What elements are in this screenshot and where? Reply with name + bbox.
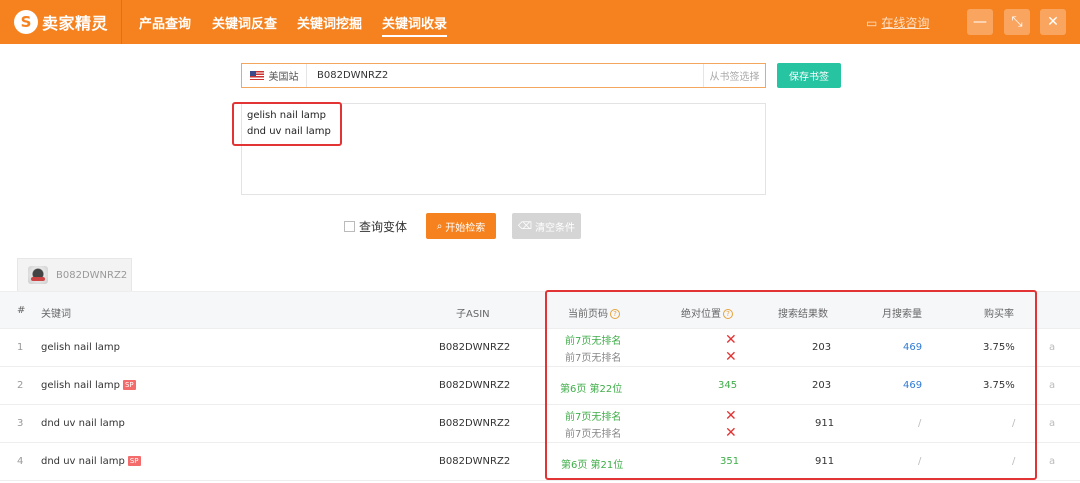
- clear-button[interactable]: ⌫ 清空条件: [512, 213, 581, 239]
- close-button[interactable]: ✕: [1040, 9, 1066, 35]
- search-icon: ⌕: [436, 220, 443, 232]
- trash-icon: ⌫: [517, 220, 533, 232]
- restore-icon: ⤡: [1011, 14, 1023, 30]
- restore-button[interactable]: ⤡: [1004, 9, 1030, 35]
- highlight-box: [545, 290, 1037, 480]
- tab-asin-label: B082DWNRZ2: [56, 269, 128, 281]
- row-keyword[interactable]: dnd uv nail lamp: [41, 418, 125, 429]
- chat-icon: ▭: [866, 15, 878, 30]
- col-idx: #: [17, 305, 26, 316]
- asin-input[interactable]: [307, 64, 703, 87]
- row-index: 2: [17, 380, 24, 391]
- row-asin[interactable]: B082DWNRZ2: [439, 342, 510, 353]
- col-child-asin: 子ASIN: [456, 309, 490, 320]
- row-index: 3: [17, 418, 24, 429]
- row-keyword[interactable]: gelish nail lamp: [41, 342, 120, 353]
- checkbox-icon: [344, 221, 355, 232]
- online-consult[interactable]: ▭ 在线咨询: [866, 14, 929, 31]
- row-keyword-cell[interactable]: gelish nail lamp SP: [41, 380, 136, 391]
- highlight-box: [232, 102, 342, 146]
- row-index: 1: [17, 342, 24, 353]
- row-asin[interactable]: B082DWNRZ2: [439, 418, 510, 429]
- logo-text: 卖家精灵: [42, 14, 109, 33]
- row-asin[interactable]: B082DWNRZ2: [439, 380, 510, 391]
- divider: [121, 0, 122, 44]
- row-keyword: dnd uv nail lamp: [41, 456, 125, 467]
- close-icon: ✕: [1047, 14, 1059, 30]
- variant-label: 查询变体: [359, 220, 408, 234]
- logo[interactable]: S 卖家精灵: [14, 9, 122, 35]
- clear-label: 清空条件: [535, 222, 576, 234]
- site-label: 美国站: [268, 72, 299, 83]
- row-keyword: gelish nail lamp: [41, 380, 120, 391]
- asin-search-box: 美国站 从书签选择: [241, 63, 766, 88]
- row-index: 4: [17, 456, 24, 467]
- save-bookmark-button[interactable]: 保存书签: [777, 63, 841, 88]
- tab-asin[interactable]: B082DWNRZ2: [17, 258, 132, 291]
- minimize-button[interactable]: —: [967, 9, 993, 35]
- row-link[interactable]: a: [1049, 456, 1055, 467]
- site-selector[interactable]: 美国站: [242, 64, 307, 87]
- col-keyword: 关键词: [41, 309, 71, 320]
- row-asin[interactable]: B082DWNRZ2: [439, 456, 510, 467]
- top-bar: S 卖家精灵 产品查询 关键词反查 关键词挖掘 关键词收录 ▭ 在线咨询 — ⤡…: [0, 0, 1080, 44]
- start-search-label: 开始检索: [445, 222, 486, 234]
- product-thumbnail: [28, 266, 48, 284]
- nav-keyword-index[interactable]: 关键词收录: [382, 13, 448, 37]
- nav-keyword-reverse[interactable]: 关键词反查: [212, 13, 277, 32]
- variant-checkbox[interactable]: 查询变体: [344, 218, 407, 235]
- logo-icon: S: [14, 10, 38, 34]
- us-flag-icon: [249, 71, 264, 80]
- from-bookmark-button[interactable]: 从书签选择: [703, 64, 765, 87]
- start-search-button[interactable]: ⌕ 开始检索: [426, 213, 496, 239]
- sp-badge: SP: [122, 380, 136, 390]
- nav-keyword-mining[interactable]: 关键词挖掘: [297, 13, 362, 32]
- minimize-icon: —: [973, 14, 987, 30]
- row-keyword-cell[interactable]: dnd uv nail lamp SP: [41, 456, 141, 467]
- row-link[interactable]: a: [1049, 380, 1055, 391]
- online-consult-label: 在线咨询: [881, 16, 930, 30]
- row-link[interactable]: a: [1049, 418, 1055, 429]
- nav-product-query[interactable]: 产品查询: [139, 13, 191, 32]
- row-link[interactable]: a: [1049, 342, 1055, 353]
- sp-badge: SP: [127, 456, 141, 466]
